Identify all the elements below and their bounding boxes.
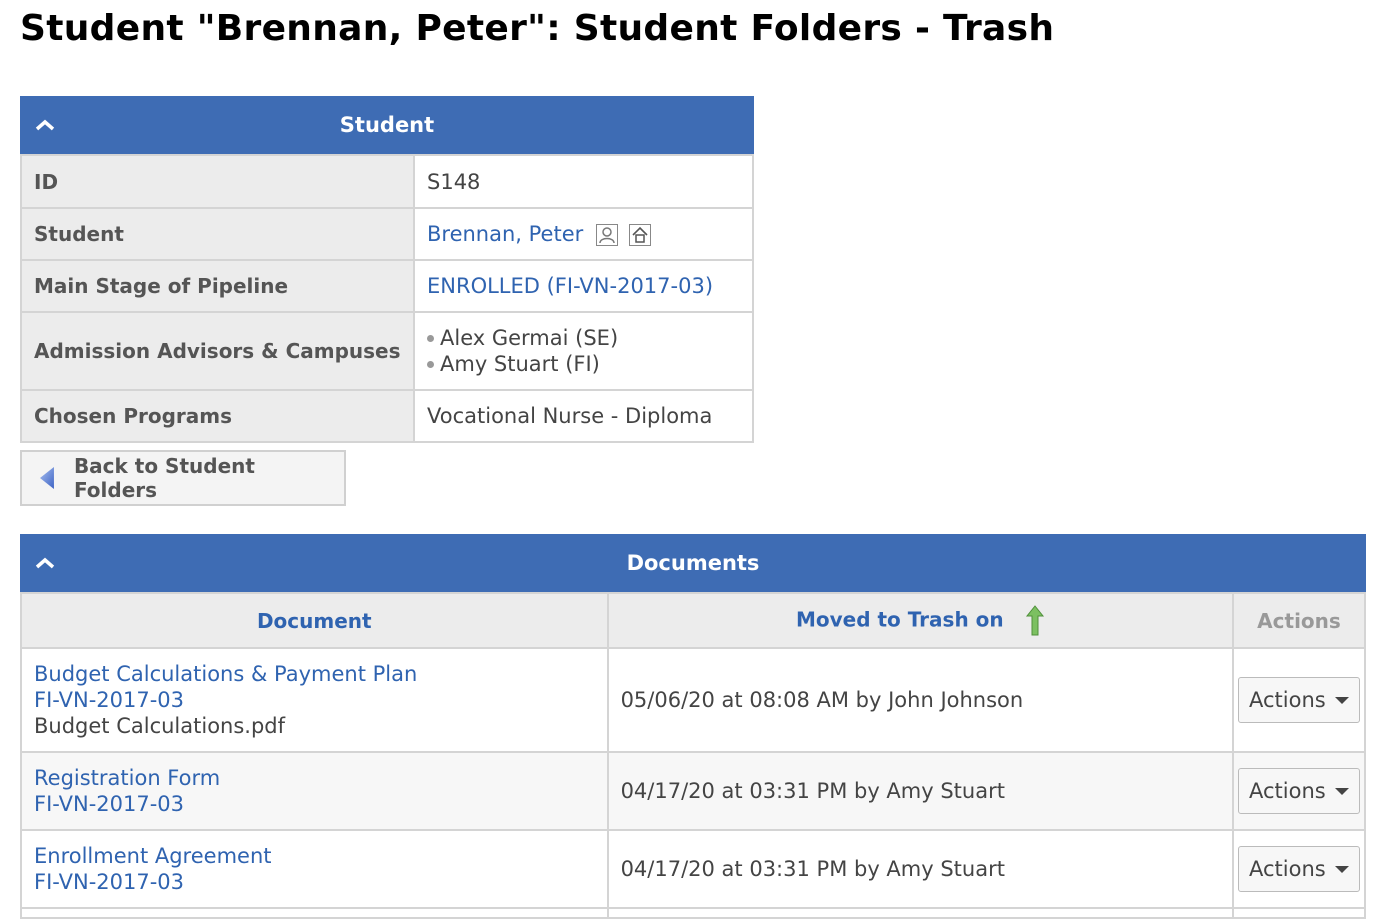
column-header-actions: Actions xyxy=(1232,592,1366,649)
document-title-link[interactable]: Registration Form xyxy=(34,766,220,790)
moved-cell: 04/17/20 at 03:31 PM by Amy Stuart xyxy=(606,751,1235,831)
sort-up-arrow-icon xyxy=(1025,604,1044,635)
info-row-advisors: Admission Advisors & Campuses Alex Germa… xyxy=(20,311,754,391)
back-to-student-folders-button[interactable]: Back to Student Folders xyxy=(20,450,346,506)
id-label: ID xyxy=(20,154,415,209)
actions-dropdown-button[interactable]: Actions xyxy=(1238,677,1360,723)
advisor-item: Amy Stuart (FI) xyxy=(427,351,740,377)
caret-down-icon xyxy=(1335,696,1349,704)
column-header-document[interactable]: Document xyxy=(20,592,609,649)
actions-cell: Actions xyxy=(1232,647,1366,753)
document-code-link[interactable]: FI-VN-2017-03 xyxy=(34,688,184,712)
actions-cell: Actions xyxy=(1232,751,1366,831)
student-label: Student xyxy=(20,207,415,261)
documents-panel-header[interactable]: Documents xyxy=(20,534,1366,592)
chevron-up-icon[interactable] xyxy=(34,118,56,132)
advisors-label: Admission Advisors & Campuses xyxy=(20,311,415,391)
actions-dropdown-button[interactable]: Actions xyxy=(1238,768,1360,814)
caret-down-icon xyxy=(1335,787,1349,795)
page-title: Student "Brennan, Peter": Student Folder… xyxy=(20,8,1055,49)
back-button-label: Back to Student Folders xyxy=(73,454,255,502)
student-panel-header[interactable]: Student xyxy=(20,96,754,154)
id-value: S148 xyxy=(413,154,754,209)
info-row-student: Student Brennan, Peter xyxy=(20,207,754,261)
student-info-table: ID S148 Student Brennan, Peter Main Stag… xyxy=(20,154,754,443)
advisor-name: Alex Germai (SE) xyxy=(440,326,619,350)
table-row: Registration Form FI-VN-2017-03 04/17/20… xyxy=(20,751,1366,831)
caret-down-icon xyxy=(1335,865,1349,873)
programs-value: Vocational Nurse - Diploma xyxy=(413,389,754,443)
document-cell: Enrollment Agreement FI-VN-2017-03 xyxy=(20,829,609,909)
column-header-moved[interactable]: Moved to Trash on xyxy=(606,592,1235,649)
actions-dropdown-button[interactable]: Actions xyxy=(1238,846,1360,892)
table-row-partial xyxy=(20,907,1366,919)
document-title-link[interactable]: Enrollment Agreement xyxy=(34,844,272,868)
actions-label: Actions xyxy=(1249,688,1326,712)
document-title-link[interactable]: Budget Calculations & Payment Plan xyxy=(34,662,417,686)
info-row-stage: Main Stage of Pipeline ENROLLED (FI-VN-2… xyxy=(20,259,754,313)
documents-header-row: Document Moved to Trash on Actions xyxy=(20,592,1366,649)
stage-value-cell: ENROLLED (FI-VN-2017-03) xyxy=(413,259,754,313)
documents-table: Document Moved to Trash on Actions Budge… xyxy=(20,592,1366,919)
document-cell: Registration Form FI-VN-2017-03 xyxy=(20,751,609,831)
actions-label: Actions xyxy=(1249,857,1326,881)
back-arrow-icon xyxy=(39,467,54,489)
actions-cell xyxy=(1232,907,1366,919)
moved-cell: 05/06/20 at 08:08 AM by John Johnson xyxy=(606,647,1235,753)
table-row: Enrollment Agreement FI-VN-2017-03 04/17… xyxy=(20,829,1366,909)
programs-label: Chosen Programs xyxy=(20,389,415,443)
documents-panel-title: Documents xyxy=(626,551,760,575)
student-name-link[interactable]: Brennan, Peter xyxy=(427,222,583,246)
document-cell xyxy=(20,907,609,919)
advisor-item: Alex Germai (SE) xyxy=(427,325,740,351)
document-code-link[interactable]: FI-VN-2017-03 xyxy=(34,792,184,816)
student-value-cell: Brennan, Peter xyxy=(413,207,754,261)
stage-label: Main Stage of Pipeline xyxy=(20,259,415,313)
moved-cell xyxy=(606,907,1235,919)
advisor-name: Amy Stuart (FI) xyxy=(440,352,600,376)
moved-cell: 04/17/20 at 03:31 PM by Amy Stuart xyxy=(606,829,1235,909)
person-icon[interactable] xyxy=(595,224,618,246)
table-row: Budget Calculations & Payment Plan FI-VN… xyxy=(20,647,1366,753)
bullet-icon xyxy=(427,360,434,368)
stage-link[interactable]: ENROLLED (FI-VN-2017-03) xyxy=(427,274,713,298)
document-filename: Budget Calculations.pdf xyxy=(34,714,286,738)
student-panel-title: Student xyxy=(339,113,435,137)
document-cell: Budget Calculations & Payment Plan FI-VN… xyxy=(20,647,609,753)
document-code-link[interactable]: FI-VN-2017-03 xyxy=(34,870,184,894)
moved-header-label: Moved to Trash on xyxy=(795,607,1004,631)
info-row-id: ID S148 xyxy=(20,154,754,209)
actions-cell: Actions xyxy=(1232,829,1366,909)
home-icon[interactable] xyxy=(628,224,651,246)
bullet-icon xyxy=(427,334,434,342)
actions-label: Actions xyxy=(1249,779,1326,803)
chevron-up-icon[interactable] xyxy=(34,556,56,570)
advisors-value-cell: Alex Germai (SE) Amy Stuart (FI) xyxy=(413,311,754,391)
info-row-programs: Chosen Programs Vocational Nurse - Diplo… xyxy=(20,389,754,443)
